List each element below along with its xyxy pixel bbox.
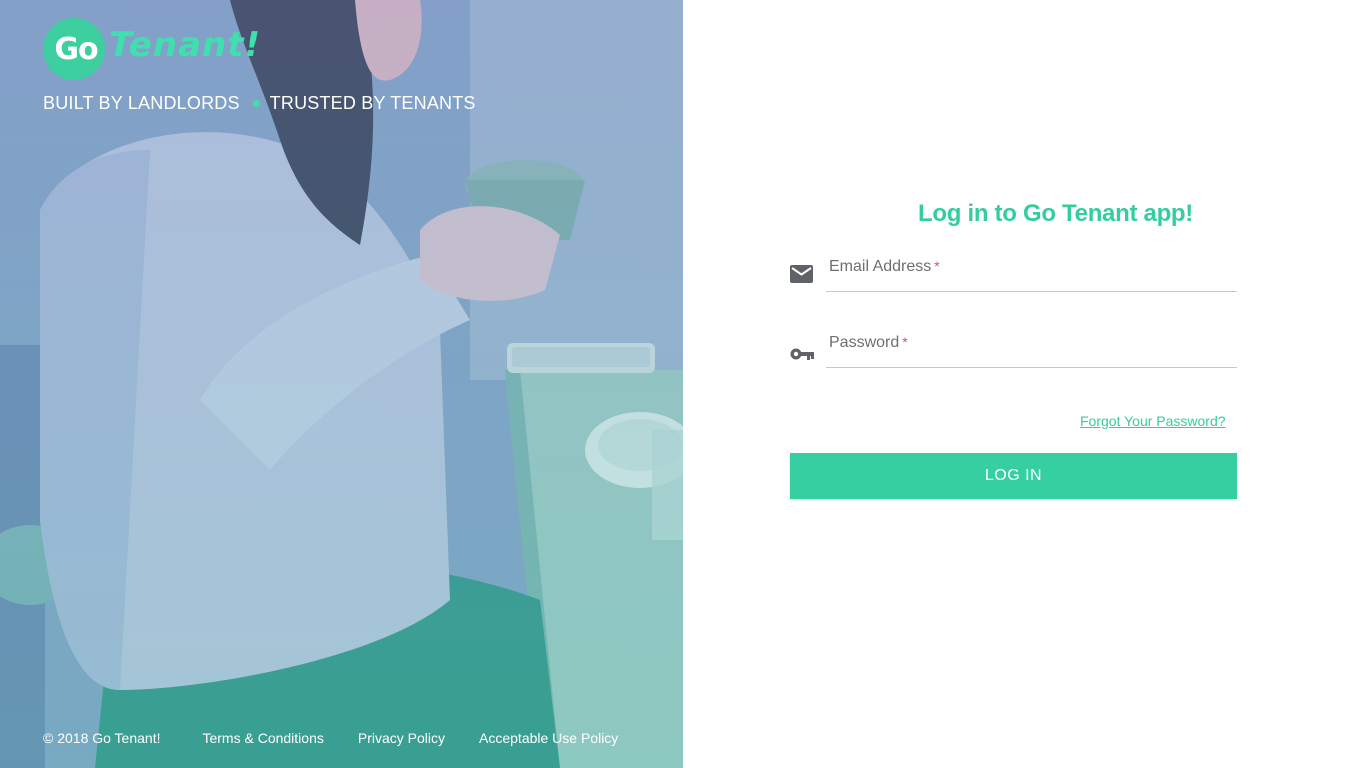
acceptable-use-link[interactable]: Acceptable Use Policy [479,730,618,746]
password-underline [826,367,1237,368]
terms-link[interactable]: Terms & Conditions [202,730,323,746]
privacy-link[interactable]: Privacy Policy [358,730,445,746]
tagline: BUILT BY LANDLORDS TRUSTED BY TENANTS [43,93,476,114]
envelope-icon [790,265,816,285]
tagline-separator-dot [252,100,260,107]
copyright: © 2018 Go Tenant! [43,730,161,746]
hero-tint-overlay [0,0,683,768]
logo-wordmark: Tenant! [109,25,261,65]
email-input[interactable] [826,252,1237,291]
tagline-left: BUILT BY LANDLORDS [43,93,240,113]
login-title: Log in to Go Tenant app! [918,200,1193,227]
email-underline [826,291,1237,292]
hero-panel: Go Tenant! BUILT BY LANDLORDS TRUSTED BY… [0,0,683,768]
go-tenant-logo[interactable]: Go Tenant! [43,18,261,80]
password-field[interactable]: Password * [790,328,1237,368]
login-panel: Log in to Go Tenant app! Email Address * … [683,0,1365,768]
footer: © 2018 Go Tenant! Terms & Conditions Pri… [43,730,652,746]
login-button[interactable]: LOG IN [790,453,1237,499]
logo-go-badge: Go [43,18,105,80]
tagline-right: TRUSTED BY TENANTS [269,93,476,113]
forgot-password-link[interactable]: Forgot Your Password? [1080,413,1226,429]
key-icon [790,341,816,361]
email-field[interactable]: Email Address * [790,252,1237,292]
password-input[interactable] [826,328,1237,367]
